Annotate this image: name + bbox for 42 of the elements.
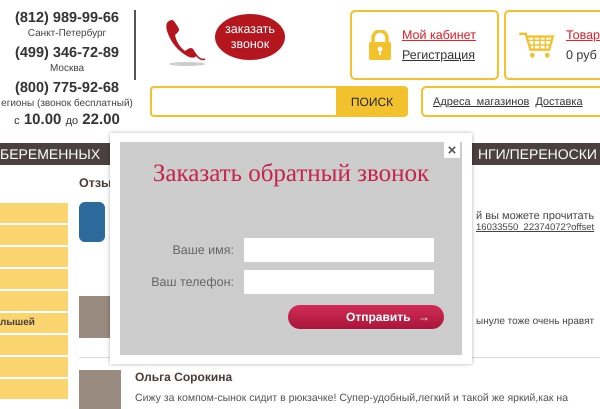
nav-link[interactable]: Адреса магазинов	[432, 96, 530, 108]
sidebar-item[interactable]	[0, 269, 68, 289]
reviews-intro-text: й вы можете прочитать	[476, 210, 596, 222]
search-field[interactable]	[150, 86, 336, 117]
review-text: ынуле тоже очень нравят	[476, 316, 596, 327]
dialog-title: Заказать обратный звонок	[152, 160, 430, 188]
sidebar-item[interactable]	[0, 291, 68, 311]
sidebar-item[interactable]	[0, 203, 68, 223]
lock-icon	[368, 30, 392, 60]
close-button[interactable]: ×	[444, 142, 460, 158]
working-hours: с 10.00 до 22.00	[13, 112, 121, 129]
nav-link[interactable]: Доставка	[535, 96, 583, 108]
submit-button[interactable]: Отправить →	[288, 305, 444, 329]
sidebar-item[interactable]: лышей	[0, 313, 68, 333]
avatar-photo-placeholder	[79, 370, 121, 409]
sidebar-item[interactable]	[0, 379, 68, 399]
sidebar-item[interactable]	[0, 335, 68, 355]
reviews-link[interactable]: 16033550_22374072?offset	[476, 222, 600, 233]
register-link[interactable]: Регистрация	[402, 48, 476, 62]
callback-button[interactable]: заказать звонок	[214, 14, 285, 60]
category-link[interactable]: БЕРЕМЕННЫХ	[0, 146, 100, 162]
cart-link[interactable]: Товар	[566, 28, 600, 42]
city-label: Санкт-Петербург	[26, 27, 108, 40]
cart-icon	[518, 31, 556, 59]
field-label: Ваш телефон:	[150, 275, 235, 289]
sidebar-item[interactable]	[0, 357, 68, 377]
sidebar-item[interactable]	[0, 247, 68, 267]
city-label: егионы (звонок бесплатный)	[0, 97, 134, 110]
phone-number: (812) 989-99-66	[14, 10, 120, 27]
phone-number: (800) 775-92-68	[14, 80, 120, 97]
my-account-link[interactable]: Мой кабинет	[402, 28, 476, 42]
reviewer-name: Ольга Сорокина	[135, 370, 234, 384]
review-text: Сижу за компом-сынок сидит в рюкзачке! Супер-удобный,легкий и такой же яркий,как на	[135, 392, 568, 404]
category-link[interactable]: НГИ/ПЕРЕНОСКИ	[478, 146, 597, 162]
input-field[interactable]	[244, 238, 434, 262]
field-label: Ваше имя:	[171, 243, 235, 257]
search-button[interactable]: ПОИСК	[336, 86, 408, 117]
cart-total: 0 руб	[566, 48, 598, 62]
phone-number: (499) 346-72-89	[14, 45, 120, 62]
city-label: Москва	[48, 62, 86, 75]
input-field[interactable]	[244, 270, 434, 294]
sidebar-item[interactable]	[0, 225, 68, 245]
